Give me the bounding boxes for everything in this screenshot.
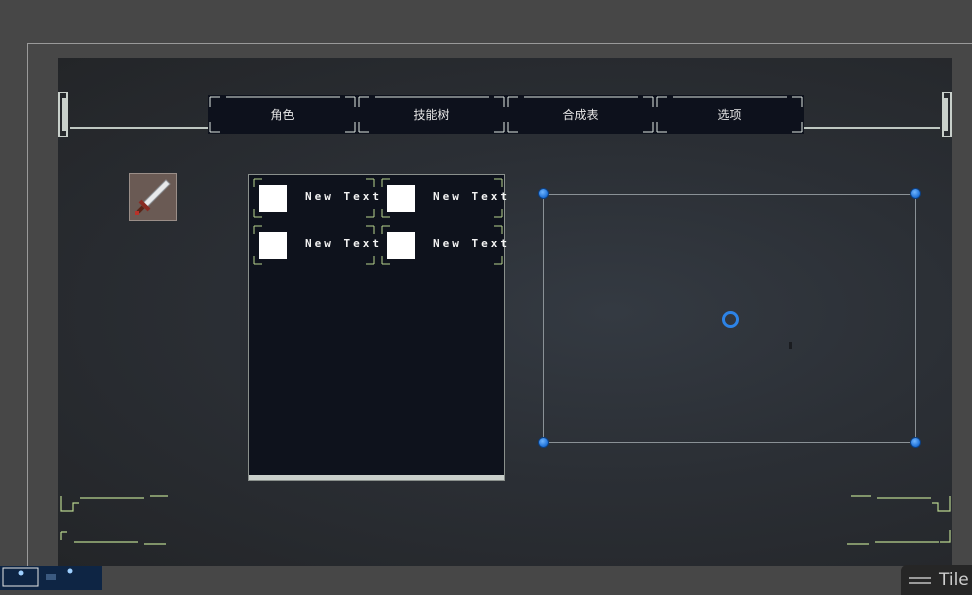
tabbar-left-rail [70,127,208,129]
slot-label: New Text [305,237,382,250]
slot-item-image [387,232,415,259]
tab-crafting[interactable]: 合成表 [506,95,655,134]
resize-handle-top-right[interactable] [910,188,921,199]
slot-label: New Text [433,237,510,250]
tab-frame-icon [507,96,654,133]
tab-options[interactable]: 选项 [655,95,804,134]
tab-character[interactable]: 角色 [208,95,357,134]
bottom-left-ornament-icon [60,495,168,545]
inventory-slot[interactable]: New Text [253,225,379,265]
inventory-bottom-bar [249,475,504,480]
inventory-slot[interactable]: New Text [381,225,507,265]
inventory-slot[interactable]: New Text [381,178,507,218]
sword-icon [135,179,171,215]
bottom-right-ornament-icon [847,495,951,545]
right-rail-cap-icon [942,92,952,137]
inventory-slot[interactable]: New Text [253,178,379,218]
slot-item-image [259,185,287,212]
pivot-circle-icon[interactable] [722,311,739,328]
tile-tab-label: Tile [939,570,969,590]
tab-frame-icon [656,96,803,133]
cursor-marker [789,342,792,349]
tile-palette-tab[interactable]: Tile [901,565,972,595]
thumbnail-preview-icon [2,567,73,587]
slot-label: New Text [305,190,382,203]
tab-frame-icon [209,96,356,133]
slot-item-image [387,185,415,212]
scene-thumbnail[interactable] [0,566,102,590]
tab-skill-tree[interactable]: 技能树 [357,95,506,134]
resize-handle-bottom-left[interactable] [538,437,549,448]
left-rail-cap-icon [58,92,68,137]
tab-frame-icon [358,96,505,133]
inventory-panel: New Text New Text New Text New Text [248,174,507,481]
top-tab-bar: 角色 技能树 合成表 选项 [208,95,804,134]
drag-grip-icon[interactable] [909,574,931,587]
tabbar-right-rail [804,127,940,129]
slot-item-image [259,232,287,259]
resize-handle-top-left[interactable] [538,188,549,199]
equipped-weapon-slot[interactable] [129,173,177,221]
slot-label: New Text [433,190,510,203]
resize-handle-bottom-right[interactable] [910,437,921,448]
